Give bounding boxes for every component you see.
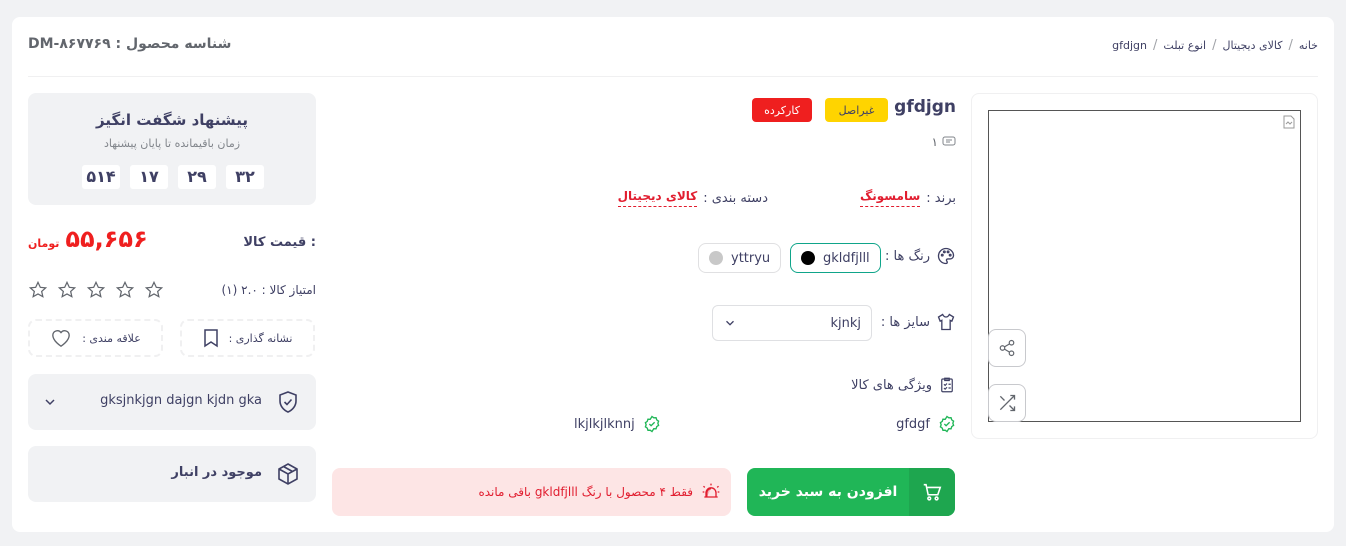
- add-to-cart-label: افزودن به سبد خرید: [758, 484, 898, 500]
- box-icon: [278, 463, 298, 485]
- favorite-label: علاقه مندی :: [82, 331, 141, 345]
- feature-item: gfdgf: [896, 415, 956, 433]
- sizes-label: سایز ها :: [880, 314, 930, 330]
- price: ۵۵,۶۵۶ تومان: [28, 225, 148, 253]
- star-icon[interactable]: [144, 280, 164, 300]
- price-currency: تومان: [28, 237, 60, 250]
- category-row: دسته بندی : کالای دیجیتال: [617, 189, 768, 207]
- broken-image-icon: [1283, 115, 1295, 129]
- palette-icon: [937, 247, 955, 265]
- features-label-row: ویژگی های کالا: [851, 375, 956, 395]
- heart-icon: [52, 330, 71, 347]
- share-button[interactable]: [988, 329, 1026, 367]
- shuffle-icon: [999, 394, 1016, 412]
- breadcrumb-category[interactable]: کالای دیجیتال: [1222, 39, 1282, 52]
- price-value: ۵۵,۶۵۶: [65, 225, 148, 253]
- brand-row: برند : سامسونگ: [859, 189, 956, 207]
- comments-count[interactable]: ۱: [932, 135, 956, 149]
- timer-seconds: ۳۲: [226, 165, 264, 189]
- feature-item-label: lkjlkjlknnj: [574, 416, 635, 432]
- size-select-value: kjnkj: [830, 315, 861, 331]
- bookmark-icon: [203, 329, 218, 348]
- color-option-label: yttryu: [731, 250, 771, 266]
- product-card: خانه / کالای دیجیتال / انوع تبلت / gfdjg…: [12, 17, 1334, 532]
- check-badge-icon: [939, 415, 955, 433]
- warranty-text: gksjnkjgn dajgn kjdn gka: [100, 393, 262, 408]
- comment-icon: [942, 136, 956, 146]
- product-title: gfdjgn: [894, 97, 956, 117]
- clipboard-check-icon: [941, 377, 953, 393]
- bookmark-label: نشانه گذاری :: [228, 331, 293, 345]
- stock-alert-text: فقط ۴ محصول با رنگ gkldfjlll باقی مانده: [478, 485, 693, 499]
- category-link[interactable]: کالای دیجیتال: [617, 189, 698, 207]
- sizes-label-row: سایز ها :: [881, 312, 956, 332]
- brand-label: برند :: [926, 190, 956, 206]
- divider: [28, 76, 1318, 77]
- offer-subtitle: زمان باقیمانده تا پایان پیشنهاد: [103, 137, 241, 150]
- chevron-down-icon: [45, 399, 55, 406]
- stock-status-text: موجود در انبار: [171, 465, 262, 480]
- stock-alert: فقط ۴ محصول با رنگ gkldfjlll باقی مانده: [332, 468, 731, 516]
- breadcrumb-subcategory[interactable]: انوع تبلت: [1163, 39, 1206, 52]
- timer-minutes: ۲۹: [178, 165, 216, 189]
- star-icon[interactable]: [86, 280, 106, 300]
- timer-hours: ۱۷: [130, 165, 168, 189]
- color-swatch: [709, 251, 723, 265]
- share-icon: [999, 339, 1015, 357]
- rating-label: امتیاز کالا : ۲.۰ (۱): [221, 283, 316, 297]
- breadcrumb-home[interactable]: خانه: [1299, 39, 1318, 52]
- color-option-yttryu[interactable]: yttryu: [698, 243, 782, 273]
- star-icon[interactable]: [28, 280, 48, 300]
- product-image: [988, 110, 1301, 422]
- special-offer-box: پیشنهاد شگفت انگیز زمان باقیمانده تا پای…: [28, 93, 316, 205]
- colors-label: رنگ ها :: [885, 248, 930, 264]
- colors-label-row: رنگ ها :: [885, 246, 956, 266]
- breadcrumb-current: gfdjgn: [1112, 39, 1147, 52]
- badge-non-original: غیراصل: [825, 98, 888, 122]
- bookmark-button[interactable]: نشانه گذاری :: [180, 319, 315, 357]
- countdown-timer: ۵۱۴ ۱۷ ۲۹ ۳۲: [82, 165, 264, 189]
- chevron-down-icon: [726, 320, 734, 326]
- alarm-icon: [702, 483, 720, 498]
- compare-button[interactable]: [988, 384, 1026, 422]
- star-icon[interactable]: [115, 280, 135, 300]
- size-select[interactable]: kjnkj: [712, 305, 872, 341]
- shirt-icon: [937, 313, 955, 331]
- offer-title: پیشنهاد شگفت انگیز: [96, 111, 248, 129]
- category-label: دسته بندی :: [703, 190, 768, 206]
- rating-stars: [28, 280, 164, 300]
- color-swatch: [801, 251, 815, 265]
- brand-link[interactable]: سامسونگ: [859, 189, 921, 207]
- comments-count-value: ۱: [931, 135, 938, 149]
- shield-check-icon: [279, 391, 297, 413]
- warranty-box[interactable]: gksjnkjgn dajgn kjdn gka: [28, 374, 316, 430]
- color-option-gkldfjlll[interactable]: gkldfjlll: [790, 243, 881, 273]
- favorite-button[interactable]: علاقه مندی :: [28, 319, 163, 357]
- features-label: ویژگی های کالا: [851, 377, 932, 393]
- breadcrumb: خانه / کالای دیجیتال / انوع تبلت / gfdjg…: [1112, 38, 1318, 53]
- cart-icon: [923, 483, 942, 501]
- check-badge-icon: [644, 415, 660, 433]
- product-id: شناسه محصول : DM-۸۶۷۷۶۹: [28, 36, 232, 52]
- price-label: قیمت کالا :: [243, 235, 316, 250]
- add-to-cart-button[interactable]: افزودن به سبد خرید: [747, 468, 955, 516]
- stock-status-box: موجود در انبار: [28, 446, 316, 502]
- star-icon[interactable]: [57, 280, 77, 300]
- timer-days: ۵۱۴: [82, 165, 120, 189]
- feature-item: lkjlkjlknnj: [574, 415, 661, 433]
- feature-item-label: gfdgf: [896, 416, 930, 432]
- badge-used: کارکرده: [752, 98, 812, 122]
- color-option-label: gkldfjlll: [823, 250, 870, 266]
